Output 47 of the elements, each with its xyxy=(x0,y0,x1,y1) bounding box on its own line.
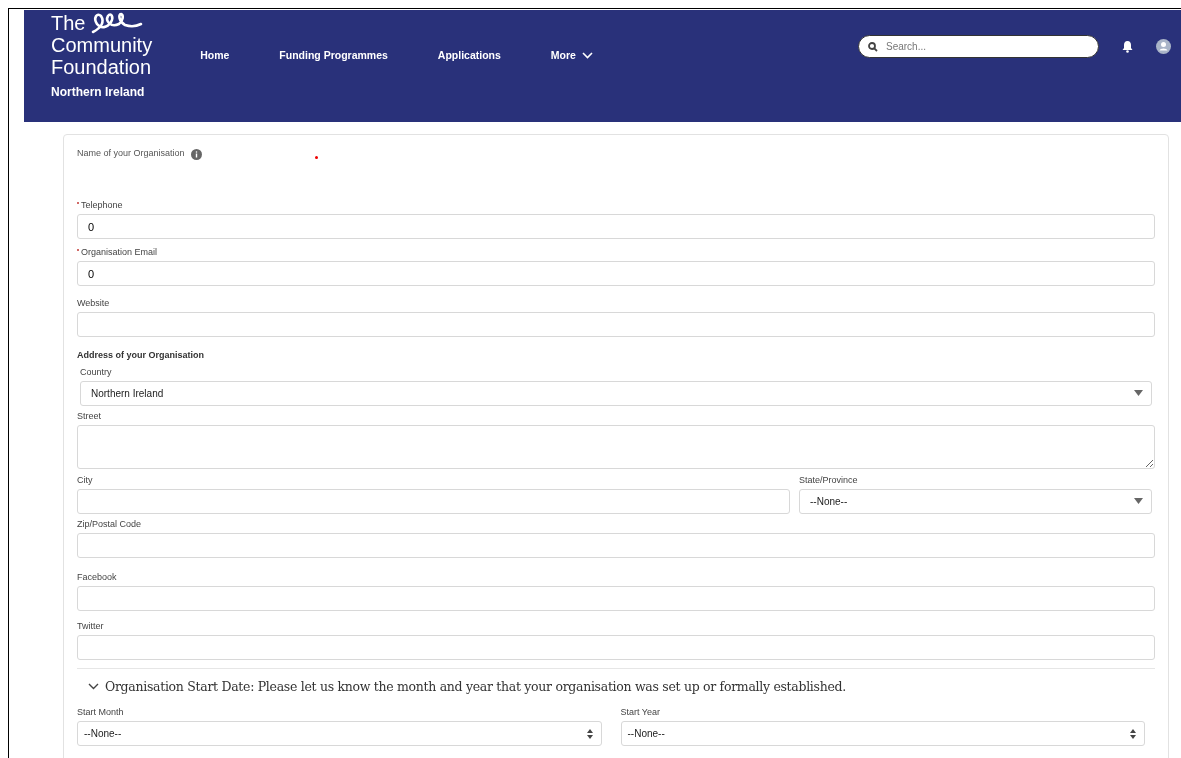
logo-text: The xyxy=(51,12,86,34)
caret-down-icon xyxy=(1134,498,1143,504)
search-field[interactable]: Search... xyxy=(858,35,1099,58)
chevron-down-icon xyxy=(581,52,593,60)
nav-link[interactable]: More xyxy=(550,48,593,64)
logo-text: Community xyxy=(51,34,153,56)
field-label: Zip/Postal Code xyxy=(77,518,143,529)
text-field[interactable] xyxy=(77,488,790,514)
field-label: Telephone xyxy=(77,200,1155,210)
dropdown[interactable]: --None-- xyxy=(620,721,1145,747)
logo-text: Northern Ireland xyxy=(51,86,146,98)
text-field[interactable] xyxy=(77,634,1155,660)
field-label: Website xyxy=(77,298,111,308)
text-area[interactable] xyxy=(77,424,1155,469)
nav-link[interactable]: Applications xyxy=(437,48,501,64)
field-label: Organisation Email xyxy=(77,247,1155,257)
section-toggle[interactable]: Organisation Start Date: Please let us know the month and year that your organisation was set up or formally established. xyxy=(88,677,846,697)
text-field[interactable] xyxy=(77,312,1155,337)
up-down-arrows-icon xyxy=(586,728,593,739)
caret-down-icon xyxy=(1134,390,1143,396)
field-label: Start Year xyxy=(620,707,662,718)
dropdown[interactable]: --None-- xyxy=(799,488,1152,514)
section-heading: Address of your Organisation xyxy=(77,349,206,362)
field-label: State/Province xyxy=(799,474,859,485)
logo-text: Foundation xyxy=(51,56,153,78)
dropdown[interactable]: Northern Ireland xyxy=(80,380,1152,406)
up-down-arrows-icon xyxy=(1130,728,1136,739)
nav-link[interactable]: Funding Programmes xyxy=(279,48,388,64)
chevron-down-icon xyxy=(88,683,99,691)
field-label: Start Month xyxy=(77,707,125,718)
field-label: Name of your Organisation xyxy=(77,147,185,161)
text-field[interactable] xyxy=(77,532,1155,558)
nav-link[interactable]: Home xyxy=(200,48,230,64)
bell-icon[interactable] xyxy=(1121,40,1134,53)
avatar-icon[interactable] xyxy=(1156,39,1171,54)
text-field[interactable]: 0 xyxy=(77,214,1155,239)
field-label: Street xyxy=(77,410,102,421)
dropdown[interactable]: --None-- xyxy=(77,721,602,747)
field-label: City xyxy=(77,474,94,485)
swirl-logo-icon xyxy=(91,12,144,34)
text-field[interactable] xyxy=(77,585,1155,611)
info-icon[interactable] xyxy=(190,148,202,160)
text-field[interactable]: 0 xyxy=(77,261,1155,286)
search-icon xyxy=(868,42,878,52)
field-label: Facebook xyxy=(77,571,118,582)
field-label: Twitter xyxy=(77,620,105,631)
field-label: Country xyxy=(80,366,113,377)
